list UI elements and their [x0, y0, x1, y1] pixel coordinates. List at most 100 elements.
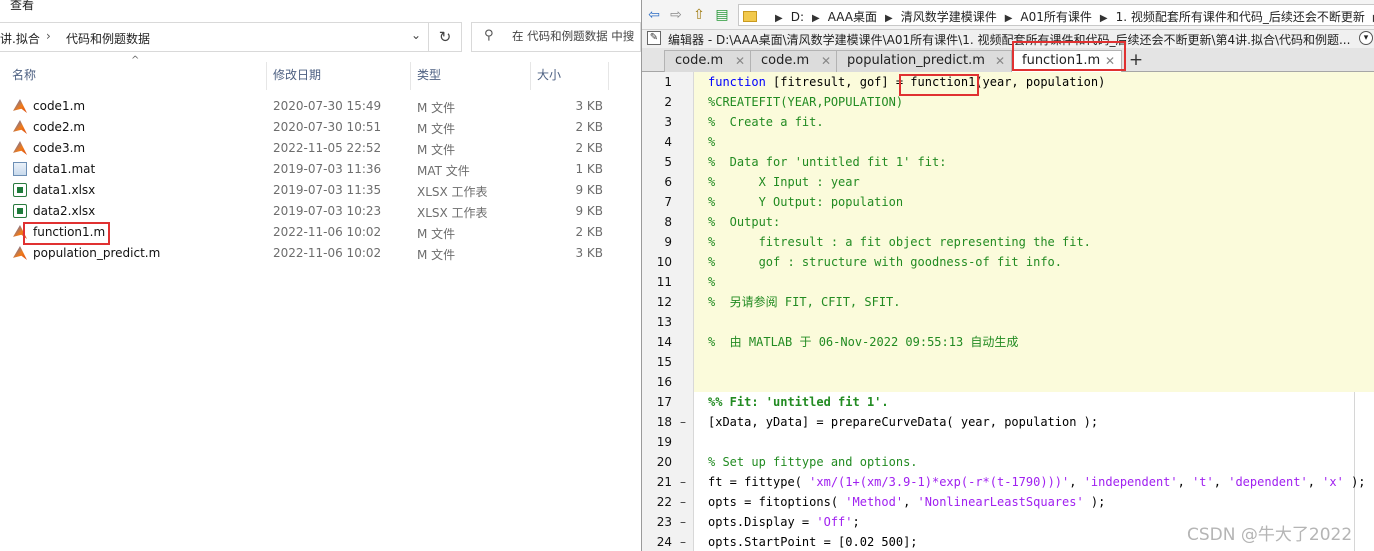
code-text: % gof : structure with goodness-of fit i…: [708, 252, 1062, 272]
code-token: 'Method': [845, 495, 904, 509]
column-divider[interactable]: [410, 62, 411, 90]
breadcrumb-parent[interactable]: 讲.拟合: [0, 30, 40, 47]
column-header-size[interactable]: 大小: [537, 66, 561, 86]
column-header-name[interactable]: 名称: [12, 66, 36, 86]
code-line[interactable]: %CREATEFIT(YEAR,POPULATION): [694, 92, 1374, 112]
code-token: % Output:: [708, 215, 781, 229]
code-token: ,: [903, 495, 918, 509]
code-line[interactable]: function [fitresult, gof] = function1(ye…: [694, 72, 1374, 92]
breakpoint-marker[interactable]: –: [680, 472, 688, 492]
file-row[interactable]: code3.m 2022-11-05 22:52 M 文件 2 KB: [0, 138, 641, 159]
tab-label: code.m: [761, 53, 810, 68]
close-icon[interactable]: ✕: [995, 54, 1005, 68]
file-name: data2.xlsx: [33, 204, 96, 218]
add-tab-icon[interactable]: +: [1126, 51, 1146, 71]
column-header-type[interactable]: 类型: [417, 66, 441, 86]
column-divider[interactable]: [608, 62, 609, 90]
code-token: %: [708, 275, 716, 289]
path-segment[interactable]: AAA桌面: [828, 10, 877, 24]
address-bar[interactable]: 讲.拟合 › 代码和例题数据 ⌄: [0, 22, 462, 52]
search-input[interactable]: [510, 28, 640, 44]
code-text: opts = fitoptions( 'Method', 'NonlinearL…: [708, 492, 1105, 512]
column-header-date[interactable]: 修改日期: [273, 66, 321, 86]
code-line[interactable]: % Create a fit.: [694, 112, 1374, 132]
path-segment[interactable]: D:: [791, 10, 804, 24]
code-line[interactable]: opts = fitoptions( 'Method', 'NonlinearL…: [694, 492, 1374, 512]
code-line[interactable]: % Output:: [694, 212, 1374, 232]
path-segment[interactable]: 清风数学建模课件: [901, 10, 997, 24]
line-number: 24: [656, 535, 672, 549]
refresh-button[interactable]: ↻: [428, 22, 462, 52]
code-line[interactable]: %: [694, 132, 1374, 152]
path-arrow-icon: ▶: [885, 13, 893, 24]
file-size: 9 KB: [575, 204, 603, 218]
breakpoint-marker[interactable]: –: [680, 532, 688, 551]
file-name: function1.m: [33, 225, 106, 239]
code-token: % 由 MATLAB 于 06-Nov-2022 09:55:13 自动生成: [708, 335, 1019, 349]
column-divider[interactable]: [530, 62, 531, 90]
back-arrow-icon[interactable]: ⇦: [645, 6, 663, 24]
code-line[interactable]: % Set up fittype and options.: [694, 452, 1374, 472]
file-date: 2020-07-30 15:49: [273, 99, 382, 113]
chevron-down-icon[interactable]: ⌄: [411, 28, 421, 42]
path-segment[interactable]: 1. 视频配套所有课件和代码_后续还会不断更新: [1116, 10, 1365, 24]
editor-title-bar: ✎ 编辑器 - D:\AAA桌面\清风数学建模课件\A01所有课件\1. 视频配…: [642, 30, 1374, 48]
tab-label: code.m: [675, 53, 724, 68]
file-row[interactable]: data2.xlsx 2019-07-03 10:23 XLSX 工作表 9 K…: [0, 201, 641, 222]
code-line[interactable]: % 由 MATLAB 于 06-Nov-2022 09:55:13 自动生成: [694, 332, 1374, 352]
file-row[interactable]: data1.xlsx 2019-07-03 11:35 XLSX 工作表 9 K…: [0, 180, 641, 201]
code-line[interactable]: % X Input : year: [694, 172, 1374, 192]
file-size: 2 KB: [575, 225, 603, 239]
code-line[interactable]: opts.StartPoint = [0.02 500];: [694, 532, 1374, 551]
code-line[interactable]: [xData, yData] = prepareCurveData( year,…: [694, 412, 1374, 432]
code-line[interactable]: % Y Output: population: [694, 192, 1374, 212]
code-line[interactable]: % fitresult : a fit object representing …: [694, 232, 1374, 252]
code-line[interactable]: % Data for 'untitled fit 1' fit:: [694, 152, 1374, 172]
path-segment[interactable]: A01所有课件: [1020, 10, 1091, 24]
excel-file-icon: [13, 204, 27, 218]
file-row[interactable]: function1.m 2022-11-06 10:02 M 文件 2 KB: [0, 222, 641, 243]
code-line[interactable]: opts.Display = 'Off';: [694, 512, 1374, 532]
search-box[interactable]: ⚲: [471, 22, 641, 52]
code-line[interactable]: % gof : structure with goodness-of fit i…: [694, 252, 1374, 272]
file-row[interactable]: code1.m 2020-07-30 15:49 M 文件 3 KB: [0, 96, 641, 117]
options-chevron-icon[interactable]: ▾: [1359, 31, 1373, 45]
current-folder-path[interactable]: ▶ D: ▶ AAA桌面 ▶ 清风数学建模课件 ▶ A01所有课件 ▶ 1. 视频配套所有课件和代…: [738, 4, 1374, 26]
code-line[interactable]: % 另请参阅 FIT, CFIT, SFIT.: [694, 292, 1374, 312]
column-divider[interactable]: [266, 62, 267, 90]
line-number: 10: [656, 255, 672, 269]
tab-function1-m[interactable]: function1.m ✕: [1011, 50, 1122, 73]
file-row[interactable]: code2.m 2020-07-30 10:51 M 文件 2 KB: [0, 117, 641, 138]
file-type: XLSX 工作表: [417, 185, 488, 199]
code-text: opts.Display = 'Off';: [708, 512, 860, 532]
browse-folder-icon[interactable]: ▤: [713, 6, 731, 24]
code-line[interactable]: [694, 352, 1374, 372]
breakpoint-marker[interactable]: –: [680, 512, 688, 532]
code-line[interactable]: %: [694, 272, 1374, 292]
file-type: MAT 文件: [417, 164, 470, 178]
tab-code-m-2[interactable]: code.m ✕: [750, 50, 838, 72]
close-icon[interactable]: ✕: [1105, 54, 1115, 68]
code-area[interactable]: function [fitresult, gof] = function1(ye…: [694, 72, 1374, 551]
line-number: 14: [656, 335, 672, 349]
tab-code-m[interactable]: code.m ✕: [664, 50, 752, 72]
code-line[interactable]: [694, 312, 1374, 332]
breakpoint-marker[interactable]: –: [680, 412, 688, 432]
tab-population-predict[interactable]: population_predict.m ✕: [836, 50, 1012, 72]
file-size: 3 KB: [575, 246, 603, 260]
breadcrumb-current[interactable]: 代码和例题数据: [66, 30, 150, 47]
forward-arrow-icon[interactable]: ⇨: [667, 6, 685, 24]
close-icon[interactable]: ✕: [735, 54, 745, 68]
file-row[interactable]: population_predict.m 2022-11-06 10:02 M …: [0, 243, 641, 264]
line-number: 7: [664, 195, 672, 209]
code-line[interactable]: %% Fit: 'untitled fit 1'.: [694, 392, 1374, 412]
file-date: 2020-07-30 10:51: [273, 120, 382, 134]
code-line[interactable]: ft = fittype( 'xm/(1+(xm/3.9-1)*exp(-r*(…: [694, 472, 1374, 492]
close-icon[interactable]: ✕: [821, 54, 831, 68]
code-line[interactable]: [694, 432, 1374, 452]
file-row[interactable]: data1.mat 2019-07-03 11:36 MAT 文件 1 KB: [0, 159, 641, 180]
up-folder-icon[interactable]: ⇧: [690, 6, 708, 24]
view-menu[interactable]: 查看: [10, 0, 34, 13]
breakpoint-marker[interactable]: –: [680, 492, 688, 512]
code-line[interactable]: [694, 372, 1374, 392]
